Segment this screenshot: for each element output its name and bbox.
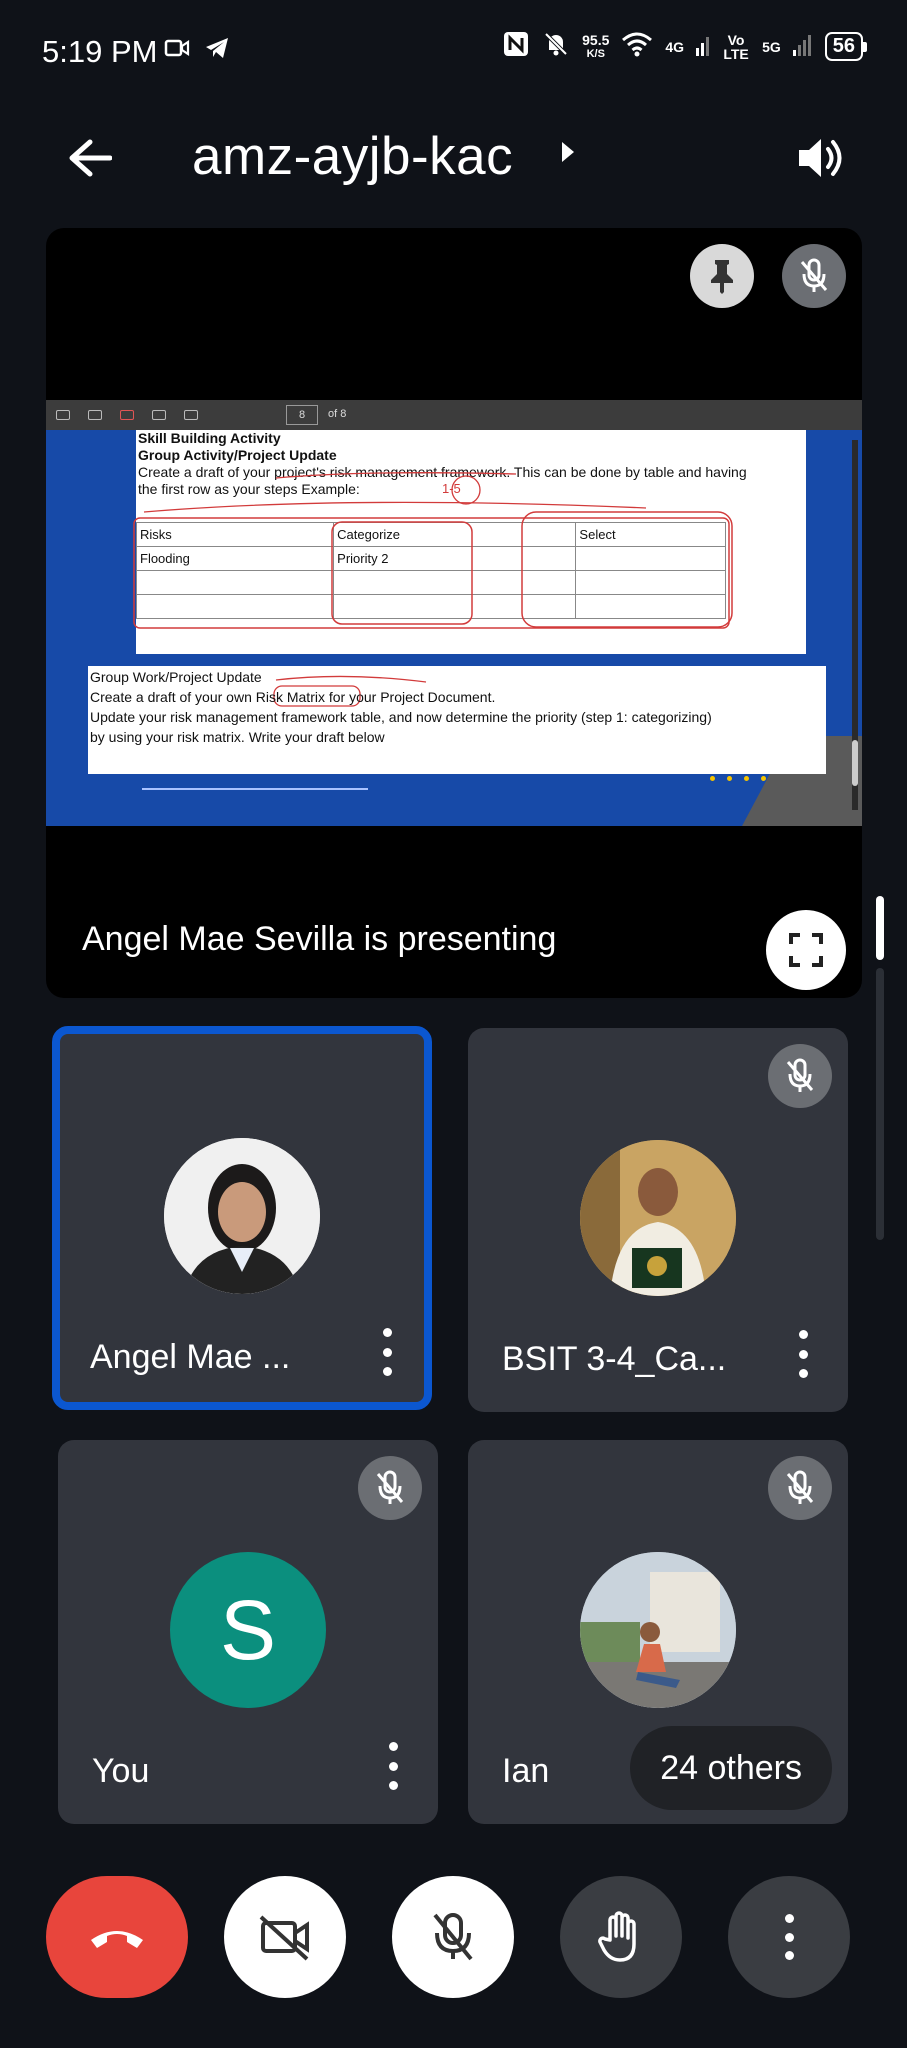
- telegram-icon: [204, 36, 230, 65]
- back-button[interactable]: [62, 130, 118, 186]
- notifications-off-icon: [542, 30, 570, 63]
- ink-annotations: [133, 472, 733, 707]
- pin-button[interactable]: [690, 244, 754, 308]
- microphone-toggle-button[interactable]: [392, 1876, 514, 1998]
- camera-toggle-button[interactable]: [224, 1876, 346, 1998]
- signal-4g-icon: [696, 32, 710, 61]
- mic-off-indicator: [358, 1456, 422, 1520]
- end-call-button[interactable]: [46, 1876, 188, 1998]
- presenter-mic-off-indicator: [782, 244, 846, 308]
- pin-icon: [711, 260, 733, 294]
- volte-label: Vo LTE: [723, 31, 749, 62]
- wifi-icon: [621, 31, 653, 62]
- page-scrollbar-thumb[interactable]: [876, 896, 884, 960]
- mic-off-indicator: [768, 1456, 832, 1520]
- network-4g: 4G: [665, 38, 685, 55]
- avatar: [580, 1140, 736, 1296]
- battery-level: 56: [824, 32, 863, 61]
- more-vert-icon: [783, 1914, 795, 1960]
- mic-off-icon: [800, 258, 828, 292]
- video-camera-icon: [164, 38, 190, 63]
- signal-5g-icon: [792, 32, 813, 61]
- speaker-button[interactable]: [789, 126, 853, 190]
- caret-right-icon[interactable]: [560, 140, 576, 169]
- participant-tile-bsit[interactable]: BSIT 3-4_Ca...: [468, 1028, 848, 1412]
- mic-off-icon: [376, 1470, 404, 1504]
- more-vert-icon[interactable]: [386, 1742, 400, 1790]
- mic-off-icon: [433, 1913, 473, 1961]
- raise-hand-button[interactable]: [560, 1876, 682, 1998]
- others-count-button[interactable]: 24 others: [630, 1726, 832, 1810]
- speed-unit: K/S: [586, 47, 605, 60]
- network-5g: 5G: [762, 38, 781, 55]
- presenting-label: Angel Mae Sevilla is presenting: [82, 920, 557, 958]
- participant-tile-you[interactable]: S You: [58, 1440, 438, 1824]
- slide-box2-line-3: Update your risk management framework ta…: [90, 709, 712, 725]
- meeting-code[interactable]: amz-ayjb-kac: [192, 126, 513, 187]
- slide-box2-line-2: Create a draft of your own Risk Matrix f…: [90, 689, 496, 705]
- call-end-icon: [91, 1931, 143, 1948]
- status-bar: 5:19 PM 95.5 K/S 4G Vo LTE 5G 56: [0, 0, 907, 100]
- battery-icon: 56: [824, 32, 867, 61]
- participant-tile-angel[interactable]: Angel Mae ...: [52, 1026, 432, 1410]
- mic-off-icon: [786, 1058, 814, 1092]
- participant-name: Angel Mae ...: [90, 1338, 291, 1376]
- call-controls: [0, 1866, 907, 2006]
- arrow-back-icon: [69, 139, 112, 177]
- nfc-icon: [502, 30, 530, 63]
- participant-name: BSIT 3-4_Ca...: [502, 1340, 727, 1378]
- videocam-off-icon: [259, 1915, 309, 1961]
- avatar: [164, 1138, 320, 1294]
- volume-up-icon: [799, 139, 842, 177]
- network-speed: 95.5 K/S: [582, 33, 609, 61]
- participant-name: You: [92, 1752, 150, 1790]
- pdf-scrollbar-thumb[interactable]: [852, 740, 858, 786]
- speed-value: 95.5: [582, 31, 610, 48]
- mic-off-indicator: [768, 1044, 832, 1108]
- fullscreen-icon: [789, 933, 823, 967]
- presentation-tile[interactable]: 8 of 8 Skill Building Activity Group Act…: [46, 228, 862, 998]
- page-scrollbar-track: [876, 968, 884, 1240]
- shared-screen: 8 of 8 Skill Building Activity Group Act…: [46, 400, 862, 826]
- participant-tile-ian[interactable]: Ian 24 others: [468, 1440, 848, 1824]
- mic-off-icon: [786, 1470, 814, 1504]
- status-time: 5:19 PM: [42, 34, 158, 69]
- participant-name: Ian: [502, 1752, 550, 1790]
- meeting-header: amz-ayjb-kac: [0, 110, 907, 200]
- fullscreen-button[interactable]: [766, 910, 846, 990]
- avatar: [580, 1552, 736, 1708]
- slide-box2-line-4: by using your risk matrix. Write your dr…: [90, 729, 385, 745]
- slide-box2-line-1: Group Work/Project Update: [90, 669, 262, 685]
- ink-annotation-text: 1-5: [442, 481, 461, 496]
- avatar: S: [170, 1552, 326, 1708]
- more-options-button[interactable]: [728, 1876, 850, 1998]
- hand-icon: [598, 1911, 636, 1962]
- more-vert-icon[interactable]: [380, 1328, 394, 1376]
- more-vert-icon[interactable]: [796, 1330, 810, 1378]
